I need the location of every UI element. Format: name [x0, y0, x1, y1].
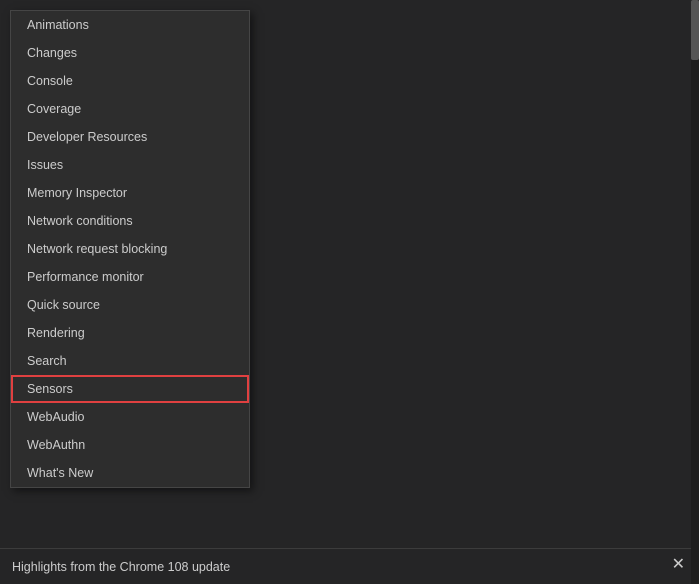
menu-item-console[interactable]: Console	[11, 67, 249, 95]
menu-item-what's-new[interactable]: What's New	[11, 459, 249, 487]
scrollbar[interactable]	[691, 0, 699, 584]
dropdown-menu: AnimationsChangesConsoleCoverageDevelope…	[10, 10, 250, 488]
menu-item-performance-monitor[interactable]: Performance monitor	[11, 263, 249, 291]
menu-item-network-request-blocking[interactable]: Network request blocking	[11, 235, 249, 263]
menu-item-quick-source[interactable]: Quick source	[11, 291, 249, 319]
scrollbar-thumb[interactable]	[691, 0, 699, 60]
menu-item-issues[interactable]: Issues	[11, 151, 249, 179]
bottom-bar-text: Highlights from the Chrome 108 update	[12, 560, 230, 574]
close-button[interactable]: ✕	[666, 552, 691, 576]
bottom-bar: Highlights from the Chrome 108 update ✕	[0, 548, 699, 584]
menu-item-memory-inspector[interactable]: Memory Inspector	[11, 179, 249, 207]
menu-item-changes[interactable]: Changes	[11, 39, 249, 67]
menu-item-network-conditions[interactable]: Network conditions	[11, 207, 249, 235]
menu-item-webauthn[interactable]: WebAuthn	[11, 431, 249, 459]
menu-item-animations[interactable]: Animations	[11, 11, 249, 39]
menu-item-rendering[interactable]: Rendering	[11, 319, 249, 347]
menu-item-sensors[interactable]: Sensors	[11, 375, 249, 403]
menu-item-webaudio[interactable]: WebAudio	[11, 403, 249, 431]
menu-item-search[interactable]: Search	[11, 347, 249, 375]
menu-item-coverage[interactable]: Coverage	[11, 95, 249, 123]
menu-item-developer-resources[interactable]: Developer Resources	[11, 123, 249, 151]
